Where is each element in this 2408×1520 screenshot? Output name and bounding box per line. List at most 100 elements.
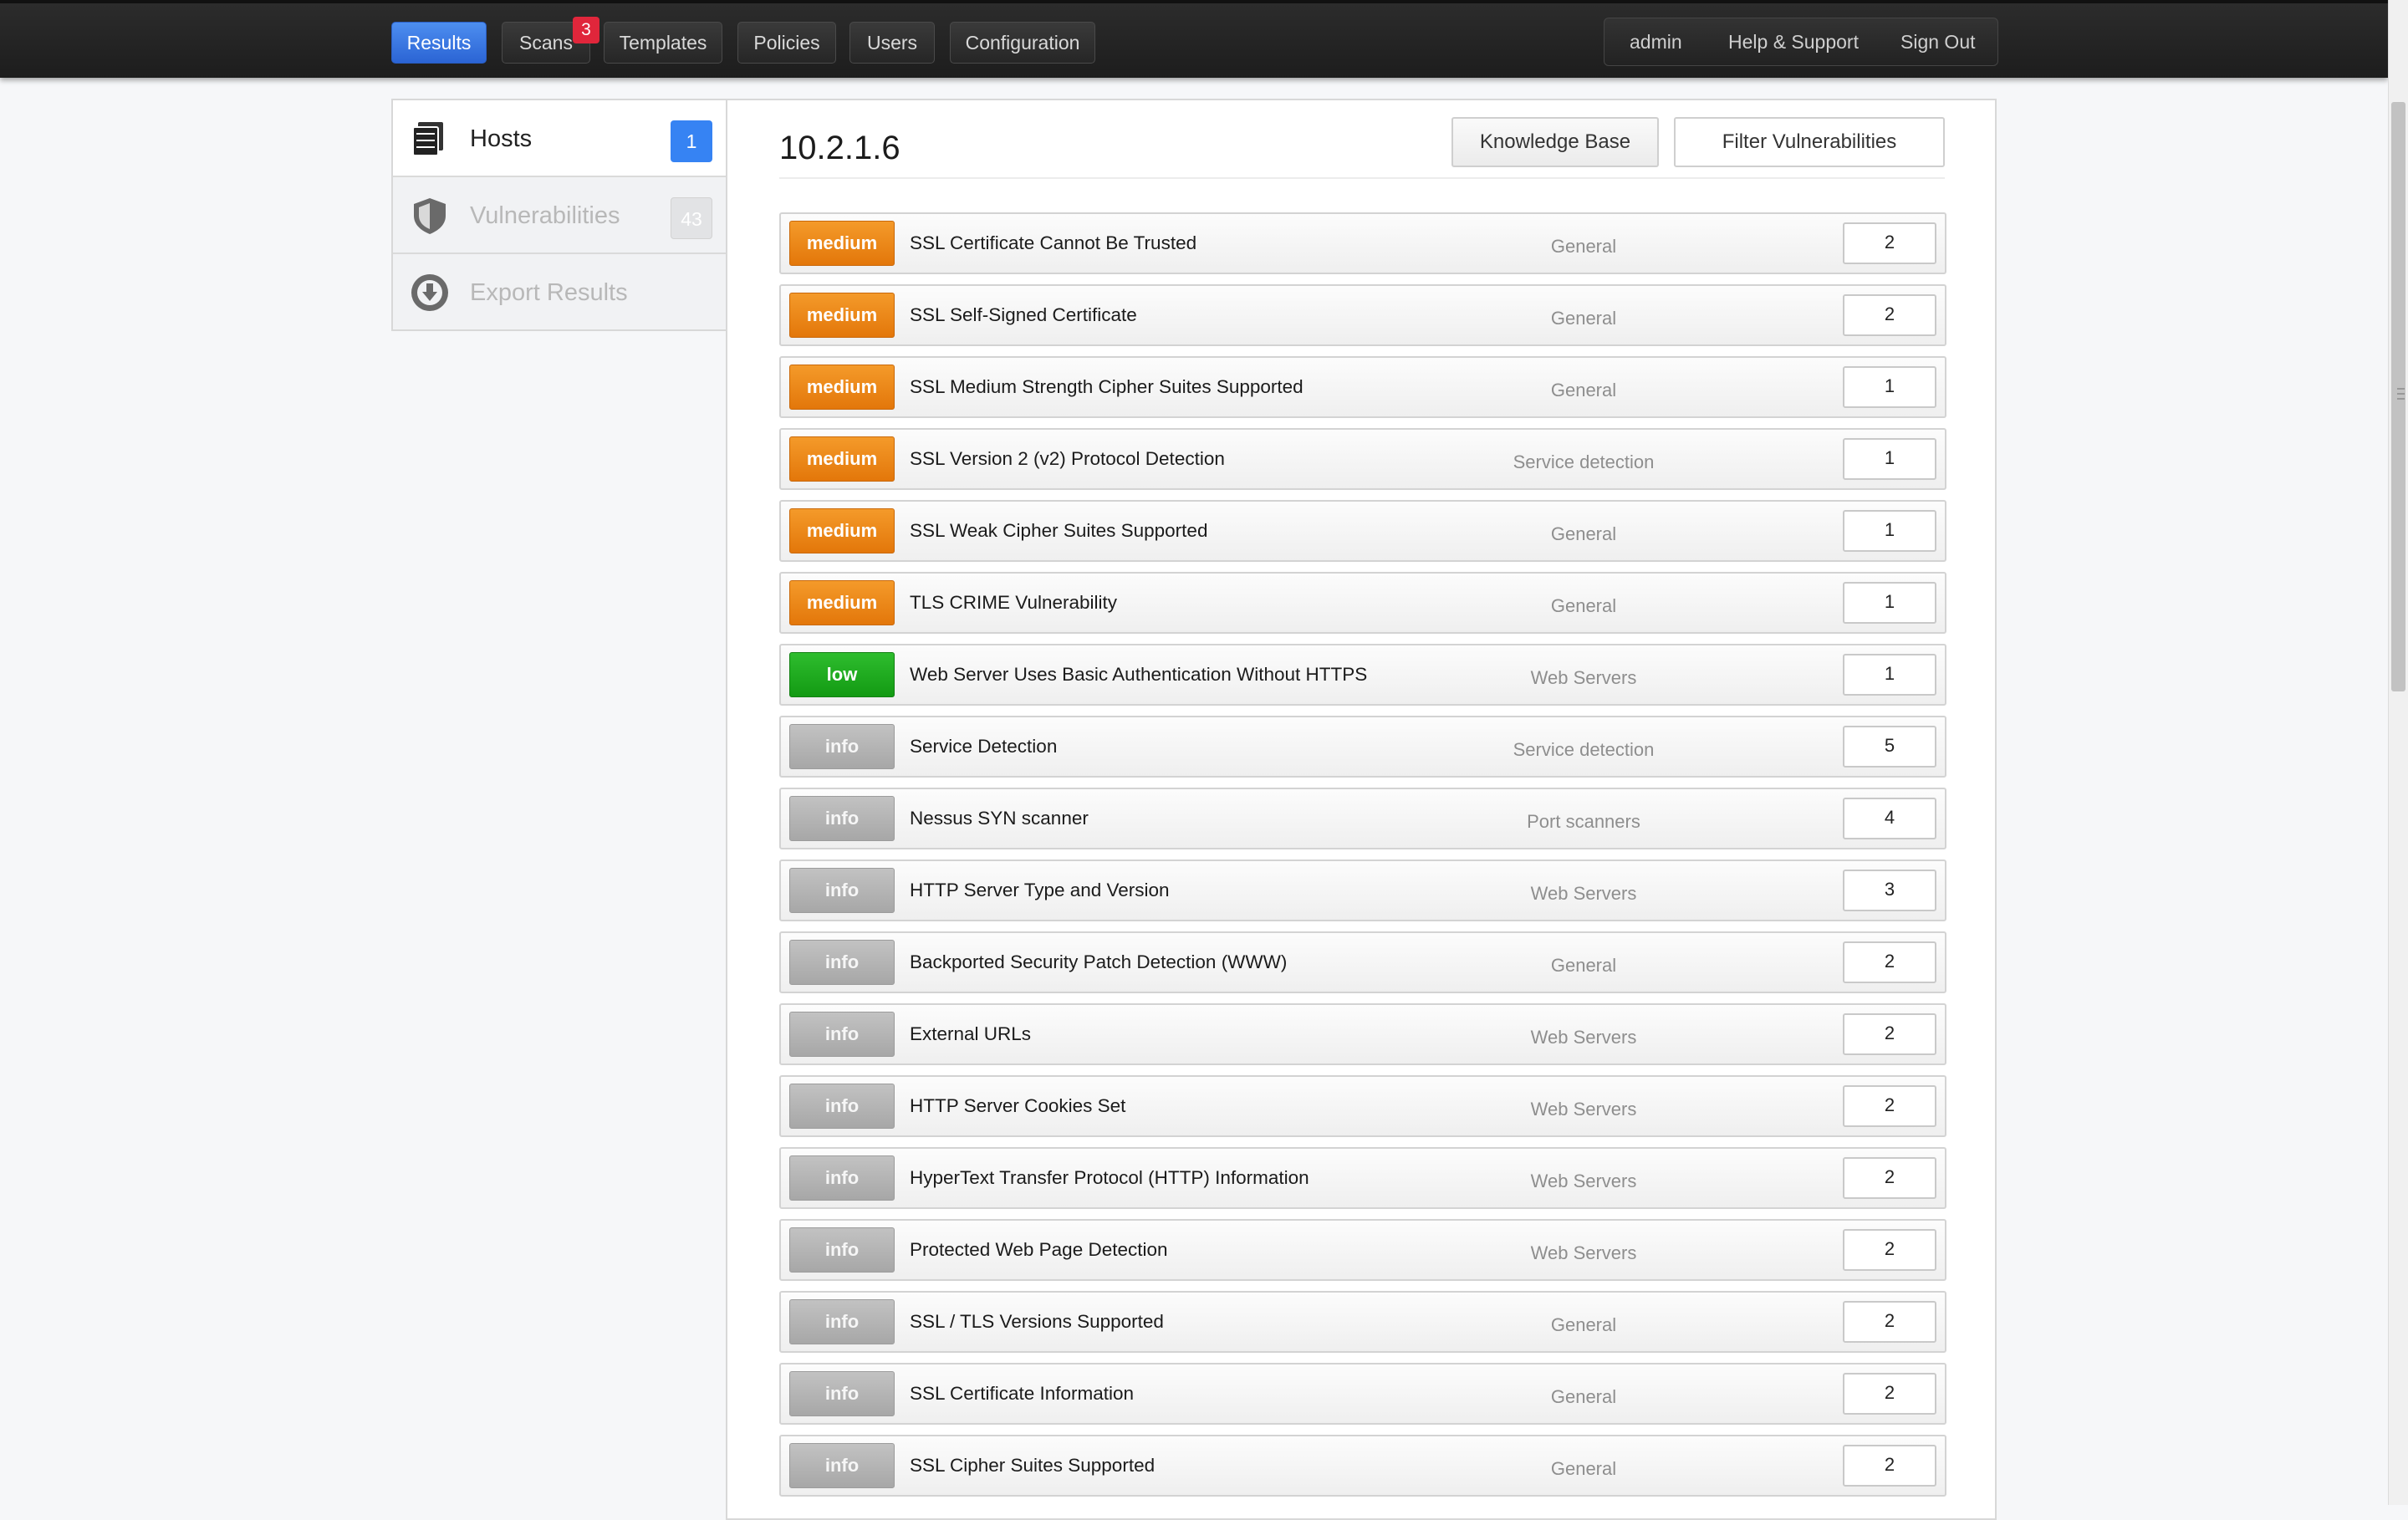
severity-badge: info <box>789 1155 895 1201</box>
vulnerability-name[interactable]: SSL Version 2 (v2) Protocol Detection <box>910 430 1225 488</box>
vulnerability-name[interactable]: SSL Weak Cipher Suites Supported <box>910 502 1207 560</box>
vulnerability-name[interactable]: Protected Web Page Detection <box>910 1221 1168 1279</box>
plugin-family: Port scanners <box>1527 811 1640 832</box>
vulnerability-name[interactable]: External URLs <box>910 1005 1031 1063</box>
vulnerability-name[interactable]: SSL Self-Signed Certificate <box>910 286 1137 344</box>
vulnerability-row[interactable]: medium SSL Medium Strength Cipher Suites … <box>779 356 1946 418</box>
vulnerability-count: 5 <box>1843 726 1936 768</box>
vulnerability-row[interactable]: info Backported Security Patch Detection … <box>779 931 1946 993</box>
tab-scans-label: Scans <box>519 32 573 54</box>
sign-out-link[interactable]: Sign Out <box>1900 18 1976 65</box>
scrollbar-grip <box>2397 398 2405 400</box>
vulnerability-count: 2 <box>1843 1229 1936 1271</box>
vulnerability-count: 2 <box>1843 1013 1936 1055</box>
header-divider <box>779 177 1945 179</box>
vulnerability-count: 3 <box>1843 870 1936 911</box>
severity-badge: medium <box>789 365 895 410</box>
vulnerability-name[interactable]: HyperText Transfer Protocol (HTTP) Infor… <box>910 1149 1309 1207</box>
vulnerability-row[interactable]: medium TLS CRIME Vulnerability General 1 <box>779 572 1946 634</box>
vulnerability-row[interactable]: low Web Server Uses Basic Authentication … <box>779 644 1946 706</box>
severity-badge: medium <box>789 580 895 625</box>
sidebar-item-hosts[interactable]: Hosts 1 <box>393 100 727 177</box>
plugin-family: Web Servers <box>1530 1242 1637 1263</box>
tab-configuration[interactable]: Configuration <box>950 22 1095 64</box>
plugin-family: Web Servers <box>1530 1099 1637 1120</box>
scans-count-badge: 3 <box>573 17 599 43</box>
sidebar-item-label: Hosts <box>470 125 533 152</box>
vulnerability-row[interactable]: medium SSL Self-Signed Certificate General… <box>779 284 1946 346</box>
vulnerability-row[interactable]: info Protected Web Page Detection Web Serv… <box>779 1219 1946 1281</box>
tab-templates[interactable]: Templates <box>604 22 722 64</box>
tab-scans[interactable]: Scans 3 <box>502 17 599 64</box>
vulnerability-count: 1 <box>1843 510 1936 552</box>
filter-vulnerabilities-button[interactable]: Filter Vulnerabilities <box>1674 117 1945 167</box>
plugin-family: Web Servers <box>1530 667 1637 688</box>
vulnerability-row[interactable]: info HTTP Server Type and Version Web Serv… <box>779 859 1946 921</box>
tab-users[interactable]: Users <box>849 22 935 64</box>
scrollbar-grip <box>2397 388 2405 390</box>
vulnerability-count: 2 <box>1843 1157 1936 1199</box>
vulnerability-row[interactable]: medium SSL Version 2 (v2) Protocol Detect… <box>779 428 1946 490</box>
scrollbar-thumb[interactable] <box>2391 102 2405 691</box>
plugin-family: General <box>1550 523 1617 544</box>
vulnerability-row[interactable]: info SSL Certificate Information General 2 <box>779 1363 1946 1425</box>
vulnerability-row[interactable]: info SSL Cipher Suites Supported General 2 <box>779 1435 1946 1497</box>
severity-badge: info <box>789 1227 895 1273</box>
download-circle-icon <box>411 274 448 311</box>
vulnerability-row[interactable]: info External URLs Web Servers 2 <box>779 1003 1946 1065</box>
vulnerability-name[interactable]: SSL Certificate Information <box>910 1364 1134 1423</box>
shield-icon <box>414 198 446 234</box>
vulnerability-count: 2 <box>1843 222 1936 264</box>
page-title: 10.2.1.6 <box>779 130 900 166</box>
vulnerability-name[interactable]: Service Detection <box>910 717 1057 776</box>
vulnerability-count: 2 <box>1843 1373 1936 1415</box>
host-detail-panel: 10.2.1.6 Knowledge Base Filter Vulnerabi… <box>726 99 1997 1520</box>
tab-results[interactable]: Results <box>391 22 487 64</box>
user-link-admin[interactable]: admin <box>1630 18 1682 65</box>
plugin-family: General <box>1550 1386 1617 1407</box>
sidebar-item-export-results[interactable]: Export Results <box>393 254 727 331</box>
vulnerability-name[interactable]: SSL Cipher Suites Supported <box>910 1436 1155 1495</box>
vulnerability-name[interactable]: SSL Medium Strength Cipher Suites Suppor… <box>910 358 1303 416</box>
plugin-family: Service detection <box>1513 739 1655 760</box>
vulnerability-name[interactable]: HTTP Server Cookies Set <box>910 1077 1125 1135</box>
vulnerability-count: 2 <box>1843 1301 1936 1343</box>
vulnerability-row[interactable]: info HTTP Server Cookies Set Web Servers 2 <box>779 1075 1946 1137</box>
vulnerability-count: 1 <box>1843 366 1936 408</box>
plugin-family: General <box>1550 595 1617 616</box>
server-stack-icon <box>412 122 443 156</box>
severity-badge: info <box>789 940 895 985</box>
vulnerability-row[interactable]: info HyperText Transfer Protocol (HTTP) I… <box>779 1147 1946 1209</box>
sidebar-item-vulnerabilities[interactable]: Vulnerabilities 43 <box>393 177 727 254</box>
vulnerability-row[interactable]: info Service Detection Service detection 5 <box>779 716 1946 778</box>
vulnerability-count: 2 <box>1843 294 1936 336</box>
vulnerability-row[interactable]: info Nessus SYN scanner Port scanners 4 <box>779 788 1946 849</box>
vulnerability-name[interactable]: TLS CRIME Vulnerability <box>910 574 1117 632</box>
plugin-family: General <box>1550 236 1617 257</box>
vulnerability-name[interactable]: SSL Certificate Cannot Be Trusted <box>910 214 1196 273</box>
plugin-family: Web Servers <box>1530 1027 1637 1048</box>
plugin-family: Web Servers <box>1530 1171 1637 1191</box>
top-navigation-bar: Results Scans 3 Templates Policies Users… <box>0 0 2388 78</box>
vulnerability-name[interactable]: SSL / TLS Versions Supported <box>910 1293 1164 1351</box>
knowledge-base-button[interactable]: Knowledge Base <box>1451 117 1659 167</box>
vulnerability-row[interactable]: medium SSL Certificate Cannot Be Trusted G… <box>779 212 1946 274</box>
help-support-link[interactable]: Help & Support <box>1728 18 1859 65</box>
tab-policies[interactable]: Policies <box>737 22 836 64</box>
sidebar-item-label: Vulnerabilities <box>470 202 620 229</box>
plugin-family: General <box>1550 1314 1617 1335</box>
vulnerability-name[interactable]: Backported Security Patch Detection (WWW… <box>910 933 1287 992</box>
scrollbar-grip <box>2397 393 2405 395</box>
severity-badge: info <box>789 868 895 913</box>
vulnerability-count: 2 <box>1843 1445 1936 1487</box>
vulnerability-row[interactable]: info SSL / TLS Versions Supported General 2 <box>779 1291 1946 1353</box>
vulnerability-row[interactable]: medium SSL Weak Cipher Suites Supported Ge… <box>779 500 1946 562</box>
page-scrollbar[interactable] <box>2388 0 2408 1505</box>
vulnerability-count: 2 <box>1843 1085 1936 1127</box>
vulnerability-name[interactable]: Web Server Uses Basic Authentication Wit… <box>910 645 1367 704</box>
sidebar-item-label: Export Results <box>470 279 628 306</box>
vulnerability-name[interactable]: HTTP Server Type and Version <box>910 861 1170 920</box>
vulnerability-count: 1 <box>1843 654 1936 696</box>
vulnerability-name[interactable]: Nessus SYN scanner <box>910 789 1089 848</box>
plugin-family: General <box>1550 308 1617 329</box>
